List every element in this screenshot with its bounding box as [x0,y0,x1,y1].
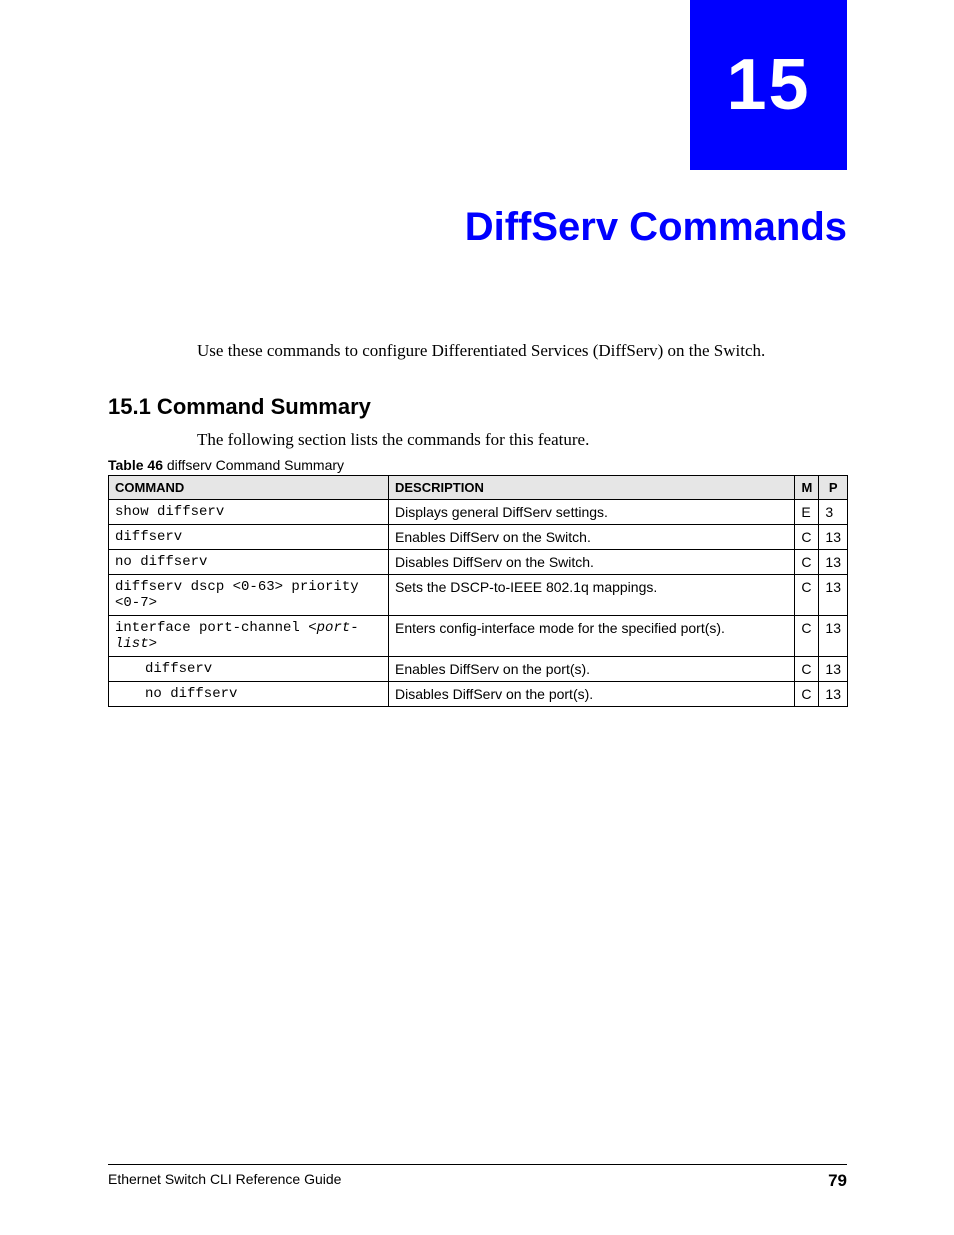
section-heading: 15.1 Command Summary [108,394,371,420]
command-cell: diffserv [109,525,389,550]
col-header-command: COMMAND [109,476,389,500]
mode-cell: C [795,682,819,707]
command-cell: no diffserv [109,550,389,575]
command-cell: diffserv dscp <0-63> priority <0-7> [109,575,389,616]
privilege-cell: 13 [819,616,848,657]
mode-cell: C [795,525,819,550]
privilege-cell: 3 [819,500,848,525]
section-intro: The following section lists the commands… [197,430,589,450]
table-row: show diffservDisplays general DiffServ s… [109,500,848,525]
command-cell: diffserv [109,657,389,682]
table-row: interface port-channel <port-list>Enters… [109,616,848,657]
table-caption: Table 46 diffserv Command Summary [108,457,344,473]
footer-doc-title: Ethernet Switch CLI Reference Guide [108,1171,341,1191]
command-cell: interface port-channel <port-list> [109,616,389,657]
mode-cell: C [795,657,819,682]
page-footer: Ethernet Switch CLI Reference Guide 79 [108,1164,847,1191]
chapter-number: 15 [726,44,810,126]
intro-paragraph: Use these commands to configure Differen… [197,341,765,361]
table-row: no diffservDisables DiffServ on the Swit… [109,550,848,575]
col-header-p: P [819,476,848,500]
table-row: diffservEnables DiffServ on the port(s).… [109,657,848,682]
table-header-row: COMMAND DESCRIPTION M P [109,476,848,500]
privilege-cell: 13 [819,682,848,707]
privilege-cell: 13 [819,575,848,616]
description-cell: Sets the DSCP-to-IEEE 802.1q mappings. [389,575,795,616]
command-cell: no diffserv [109,682,389,707]
description-cell: Displays general DiffServ settings. [389,500,795,525]
mode-cell: C [795,616,819,657]
mode-cell: C [795,575,819,616]
description-cell: Enables DiffServ on the Switch. [389,525,795,550]
col-header-description: DESCRIPTION [389,476,795,500]
table-caption-title: diffserv Command Summary [163,457,344,473]
description-cell: Enters config-interface mode for the spe… [389,616,795,657]
col-header-m: M [795,476,819,500]
mode-cell: C [795,550,819,575]
footer-page-number: 79 [828,1171,847,1191]
description-cell: Enables DiffServ on the port(s). [389,657,795,682]
description-cell: Disables DiffServ on the Switch. [389,550,795,575]
chapter-number-box: 15 [690,0,847,170]
table-row: diffservEnables DiffServ on the Switch.C… [109,525,848,550]
mode-cell: E [795,500,819,525]
privilege-cell: 13 [819,550,848,575]
description-cell: Disables DiffServ on the port(s). [389,682,795,707]
table-row: diffserv dscp <0-63> priority <0-7>Sets … [109,575,848,616]
command-summary-table: COMMAND DESCRIPTION M P show diffservDis… [108,475,848,707]
chapter-title: DiffServ Commands [465,205,847,250]
privilege-cell: 13 [819,657,848,682]
privilege-cell: 13 [819,525,848,550]
table-caption-number: Table 46 [108,457,163,473]
command-cell: show diffserv [109,500,389,525]
table-row: no diffservDisables DiffServ on the port… [109,682,848,707]
